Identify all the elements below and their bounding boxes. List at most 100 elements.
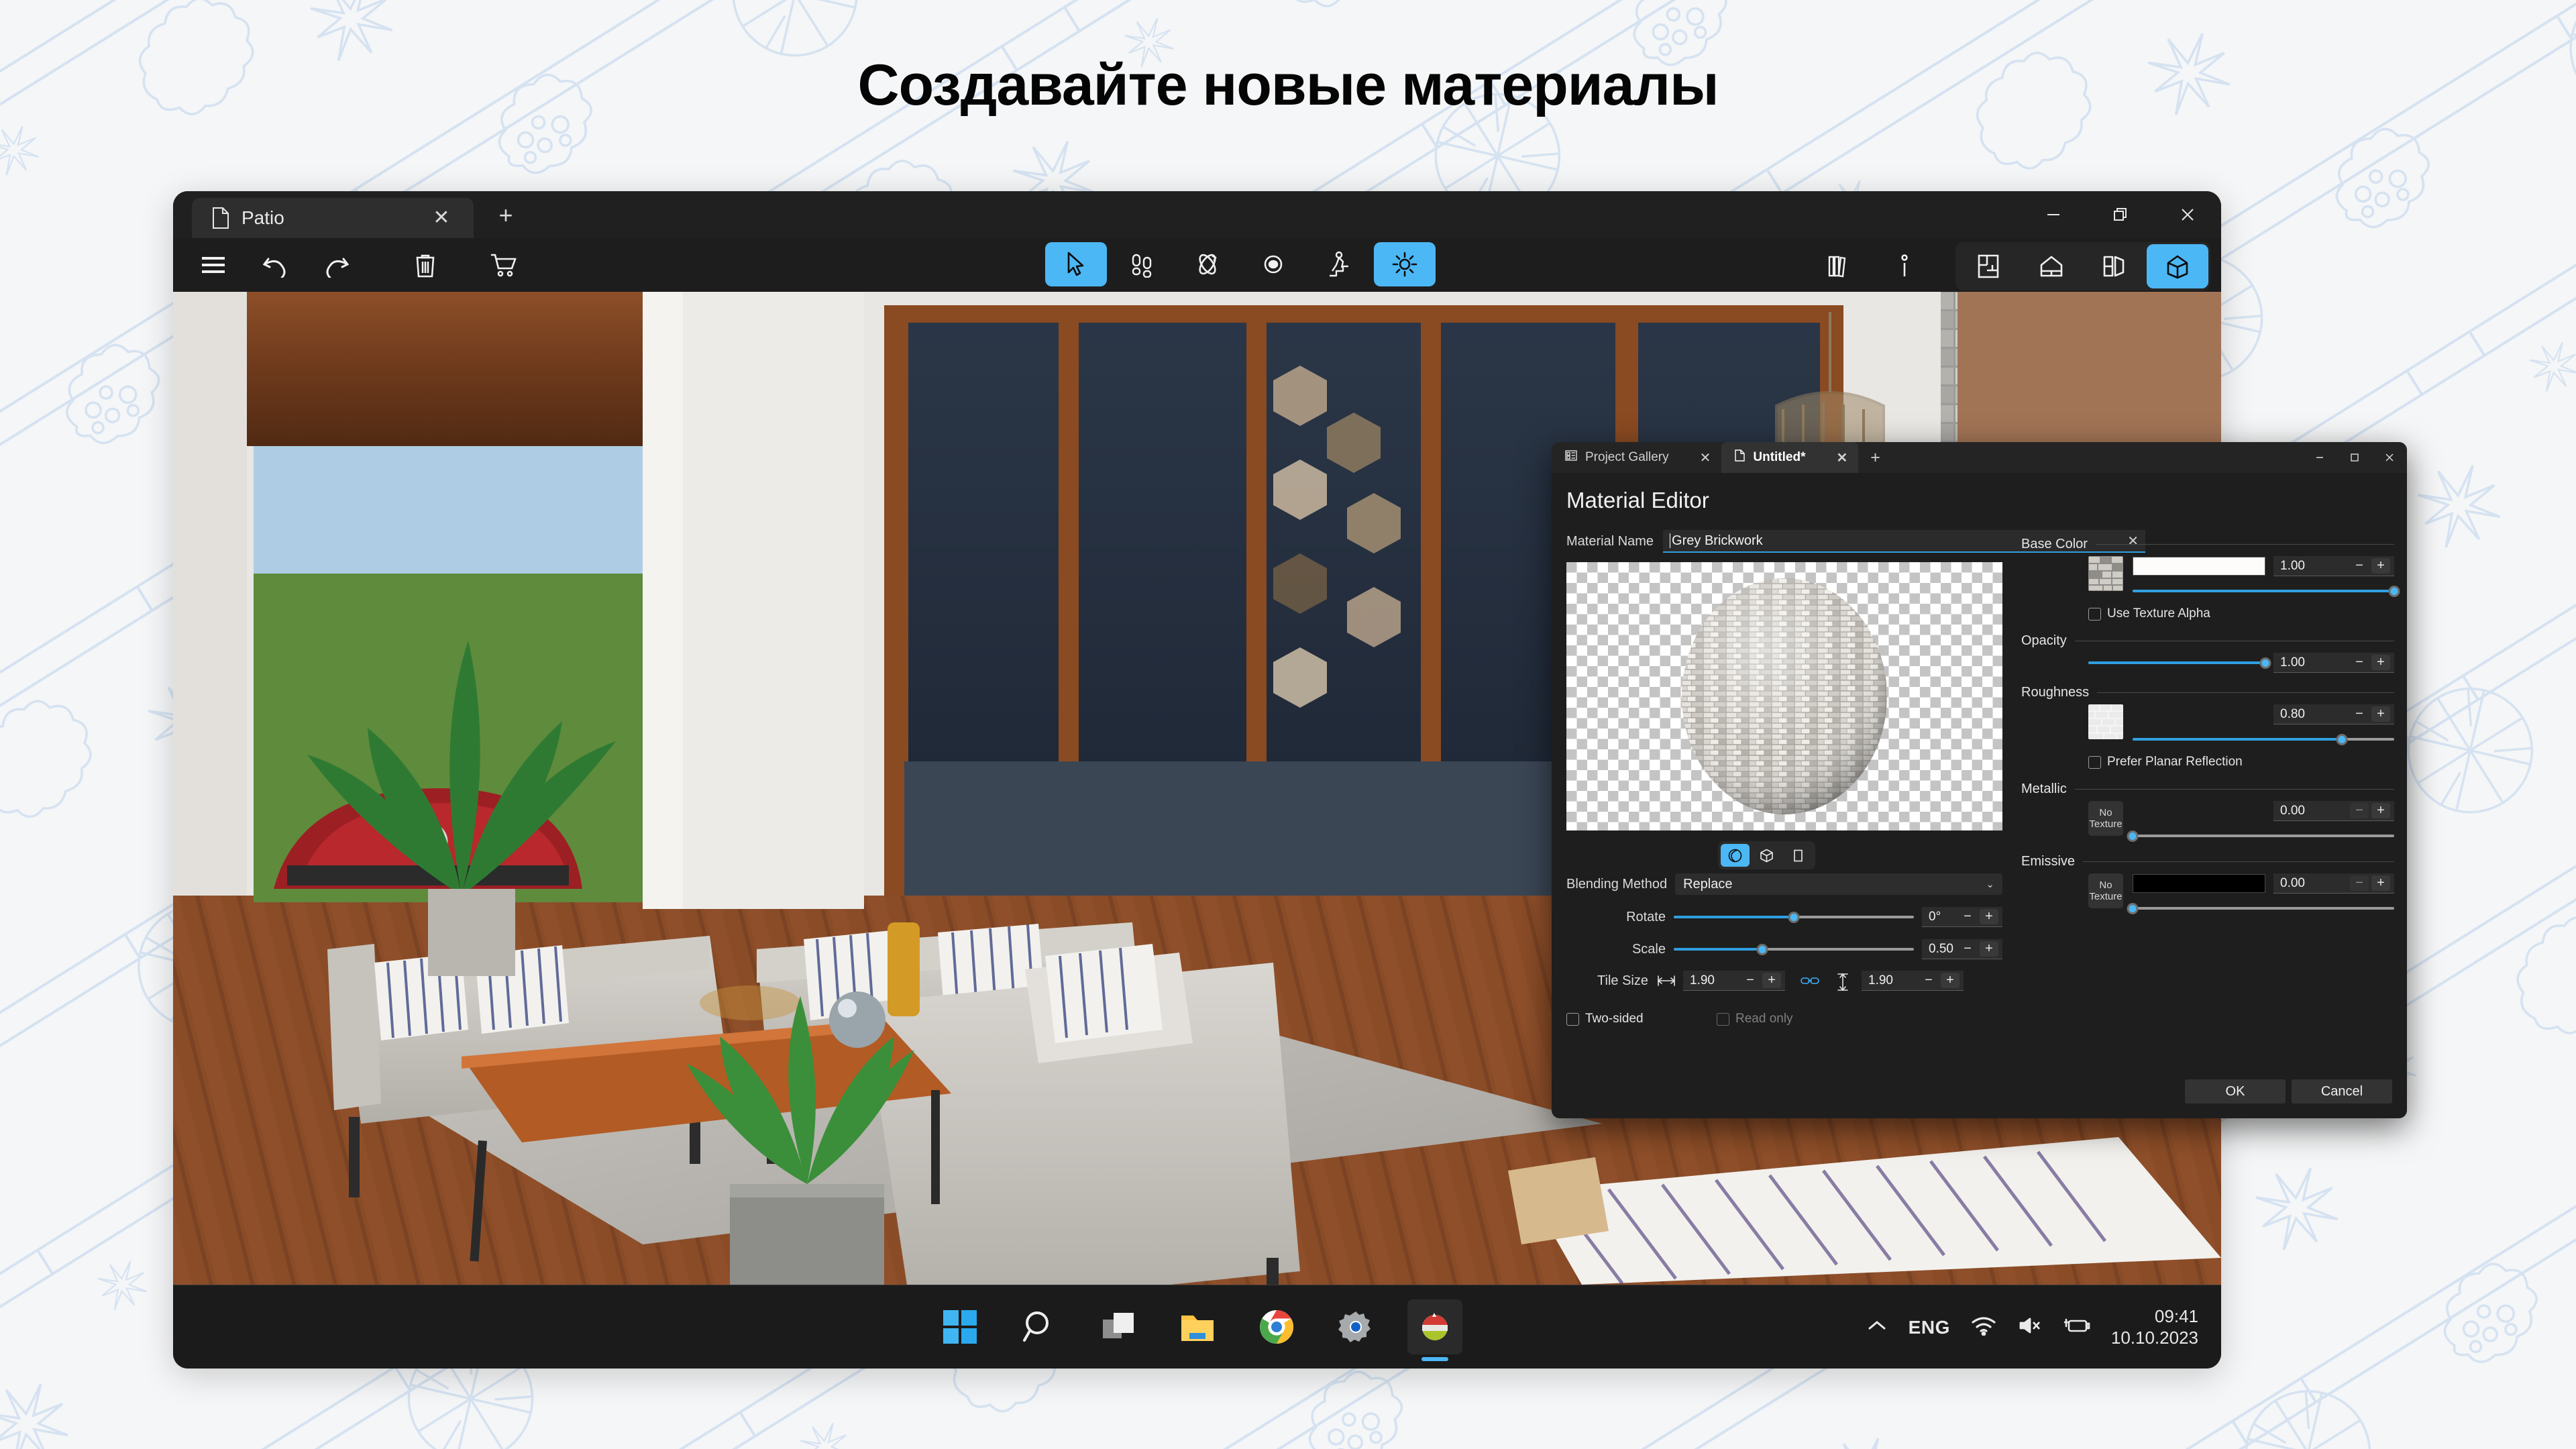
plus-icon[interactable]: + [1762,973,1781,988]
base-color-swatch[interactable] [2133,557,2265,576]
emissive-slider[interactable] [2127,902,2394,914]
plane-preview-icon[interactable] [1784,844,1813,867]
undo-icon[interactable] [244,243,306,287]
windows-start-icon[interactable] [932,1299,987,1354]
base-color-texture-thumb[interactable] [2088,556,2123,591]
orbit-icon[interactable] [1177,242,1238,286]
material-editor-titlebar: Project Gallery ✕ Untitled* ✕ + [1552,442,2407,473]
plus-icon[interactable]: + [1980,909,1998,924]
base-color-slider[interactable] [2133,585,2400,597]
right-tools [1807,242,2210,290]
scale-slider[interactable] [1674,943,1914,955]
cube-preview-icon[interactable] [1752,844,1781,867]
section-icon[interactable] [2084,244,2145,288]
info-icon[interactable] [1874,244,1935,288]
tab-untitled[interactable]: Untitled* ✕ [1721,442,1859,473]
new-tab-button[interactable]: + [1858,442,1892,473]
clock[interactable]: 09:41 10.10.2023 [2111,1306,2198,1348]
plus-icon[interactable]: + [2371,875,2390,891]
tile-width-spinner[interactable]: 1.90 − + [1683,971,1785,991]
eye-icon[interactable] [1242,242,1304,286]
cursor-icon[interactable] [1045,242,1107,286]
live-home-3d-icon[interactable] [1407,1299,1462,1361]
opacity-spinner[interactable]: 1.00 − + [2273,653,2394,673]
stairs-walk-icon[interactable] [1308,242,1370,286]
wifi-icon[interactable] [1970,1316,1997,1339]
close-button[interactable] [2372,442,2407,473]
footsteps-icon[interactable] [1111,242,1173,286]
plus-icon[interactable]: + [1941,973,1960,988]
settings-icon[interactable] [1328,1299,1383,1354]
plus-icon[interactable]: + [2371,706,2390,722]
elevation-icon[interactable] [2021,244,2082,288]
opacity-slider[interactable] [2088,657,2271,669]
minus-icon[interactable]: − [2350,875,2369,891]
plus-icon[interactable]: + [2371,558,2390,574]
material-preview[interactable] [1566,562,2002,830]
property-base-color: Base Color 1.00 − + Use Texture Alpha [2021,537,2400,621]
metallic-slider[interactable] [2127,830,2394,842]
restore-button[interactable] [2087,191,2154,238]
plus-icon[interactable]: + [2371,655,2390,670]
battery-charging-icon[interactable] [2063,1316,2091,1338]
roughness-spinner[interactable]: 0.80 − + [2273,704,2394,724]
minus-icon[interactable]: − [2350,655,2369,670]
minus-icon[interactable]: − [2350,803,2369,818]
metallic-spinner[interactable]: 0.00 − + [2273,801,2394,821]
minus-icon[interactable]: − [2350,706,2369,722]
3d-view-icon[interactable] [2147,244,2208,288]
cart-icon[interactable] [472,243,534,287]
menu-icon[interactable] [182,243,244,287]
ok-button[interactable]: OK [2185,1079,2286,1104]
sun-icon[interactable] [1374,242,1436,286]
redo-icon[interactable] [306,243,368,287]
minus-icon[interactable]: − [1958,909,1977,924]
close-icon[interactable]: ✕ [1700,449,1711,466]
prefer-planar-reflection-checkbox[interactable]: Prefer Planar Reflection [2088,755,2394,769]
minus-icon[interactable]: − [1958,941,1977,957]
plus-icon[interactable]: + [1980,941,1998,957]
link-chain-icon[interactable] [1800,973,1820,988]
close-button[interactable] [2154,191,2221,238]
scale-spinner[interactable]: 0.50 − + [1922,939,2002,959]
plus-icon[interactable]: + [2371,803,2390,818]
document-tab-patio[interactable]: Patio ✕ [192,198,474,238]
base-color-spinner[interactable]: 1.00 − + [2273,556,2394,576]
task-view-icon[interactable] [1091,1299,1146,1354]
floorplan-2d-icon[interactable] [1957,244,2019,288]
file-explorer-icon[interactable] [1170,1299,1225,1354]
metallic-no-texture-button[interactable]: No Texture [2088,801,2123,836]
sphere-preview-icon[interactable] [1721,844,1750,867]
roughness-texture-thumb[interactable] [2088,704,2123,739]
minimize-button[interactable] [2302,442,2337,473]
library-icon[interactable] [1807,244,1868,288]
minus-icon[interactable]: − [1741,973,1760,988]
search-icon[interactable] [1012,1299,1067,1354]
two-sided-checkbox[interactable]: Two-sided [1566,1012,1644,1026]
blending-method-select[interactable]: Replace ⌄ [1675,873,2002,895]
chrome-icon[interactable] [1249,1299,1304,1354]
roughness-slider[interactable] [2133,733,2394,745]
emissive-no-texture-button[interactable]: No Texture [2088,873,2123,908]
emissive-color-swatch[interactable] [2133,874,2265,893]
close-icon[interactable]: ✕ [424,208,459,228]
language-indicator[interactable]: ENG [1909,1317,1950,1338]
volume-muted-icon[interactable] [2017,1316,2043,1339]
use-texture-alpha-checkbox[interactable]: Use Texture Alpha [2088,606,2394,621]
material-name-value: Grey Brickwork [1672,533,1763,548]
emissive-spinner[interactable]: 0.00 − + [2273,873,2394,894]
cancel-button[interactable]: Cancel [2292,1079,2392,1104]
minimize-button[interactable] [2020,191,2087,238]
new-tab-button[interactable]: + [488,203,523,227]
tile-height-spinner[interactable]: 1.90 − + [1862,971,1964,991]
minus-icon[interactable]: − [2350,558,2369,574]
close-icon[interactable]: ✕ [1836,449,1847,466]
chevron-up-icon[interactable] [1866,1318,1888,1336]
tab-project-gallery[interactable]: Project Gallery ✕ [1552,442,1721,473]
rotate-slider[interactable] [1674,911,1914,923]
rotate-spinner[interactable]: 0° − + [1922,907,2002,927]
minus-icon[interactable]: − [1919,973,1938,988]
trash-icon[interactable] [394,243,456,287]
maximize-button[interactable] [2337,442,2372,473]
no-texture-label: No Texture [2089,879,2123,902]
